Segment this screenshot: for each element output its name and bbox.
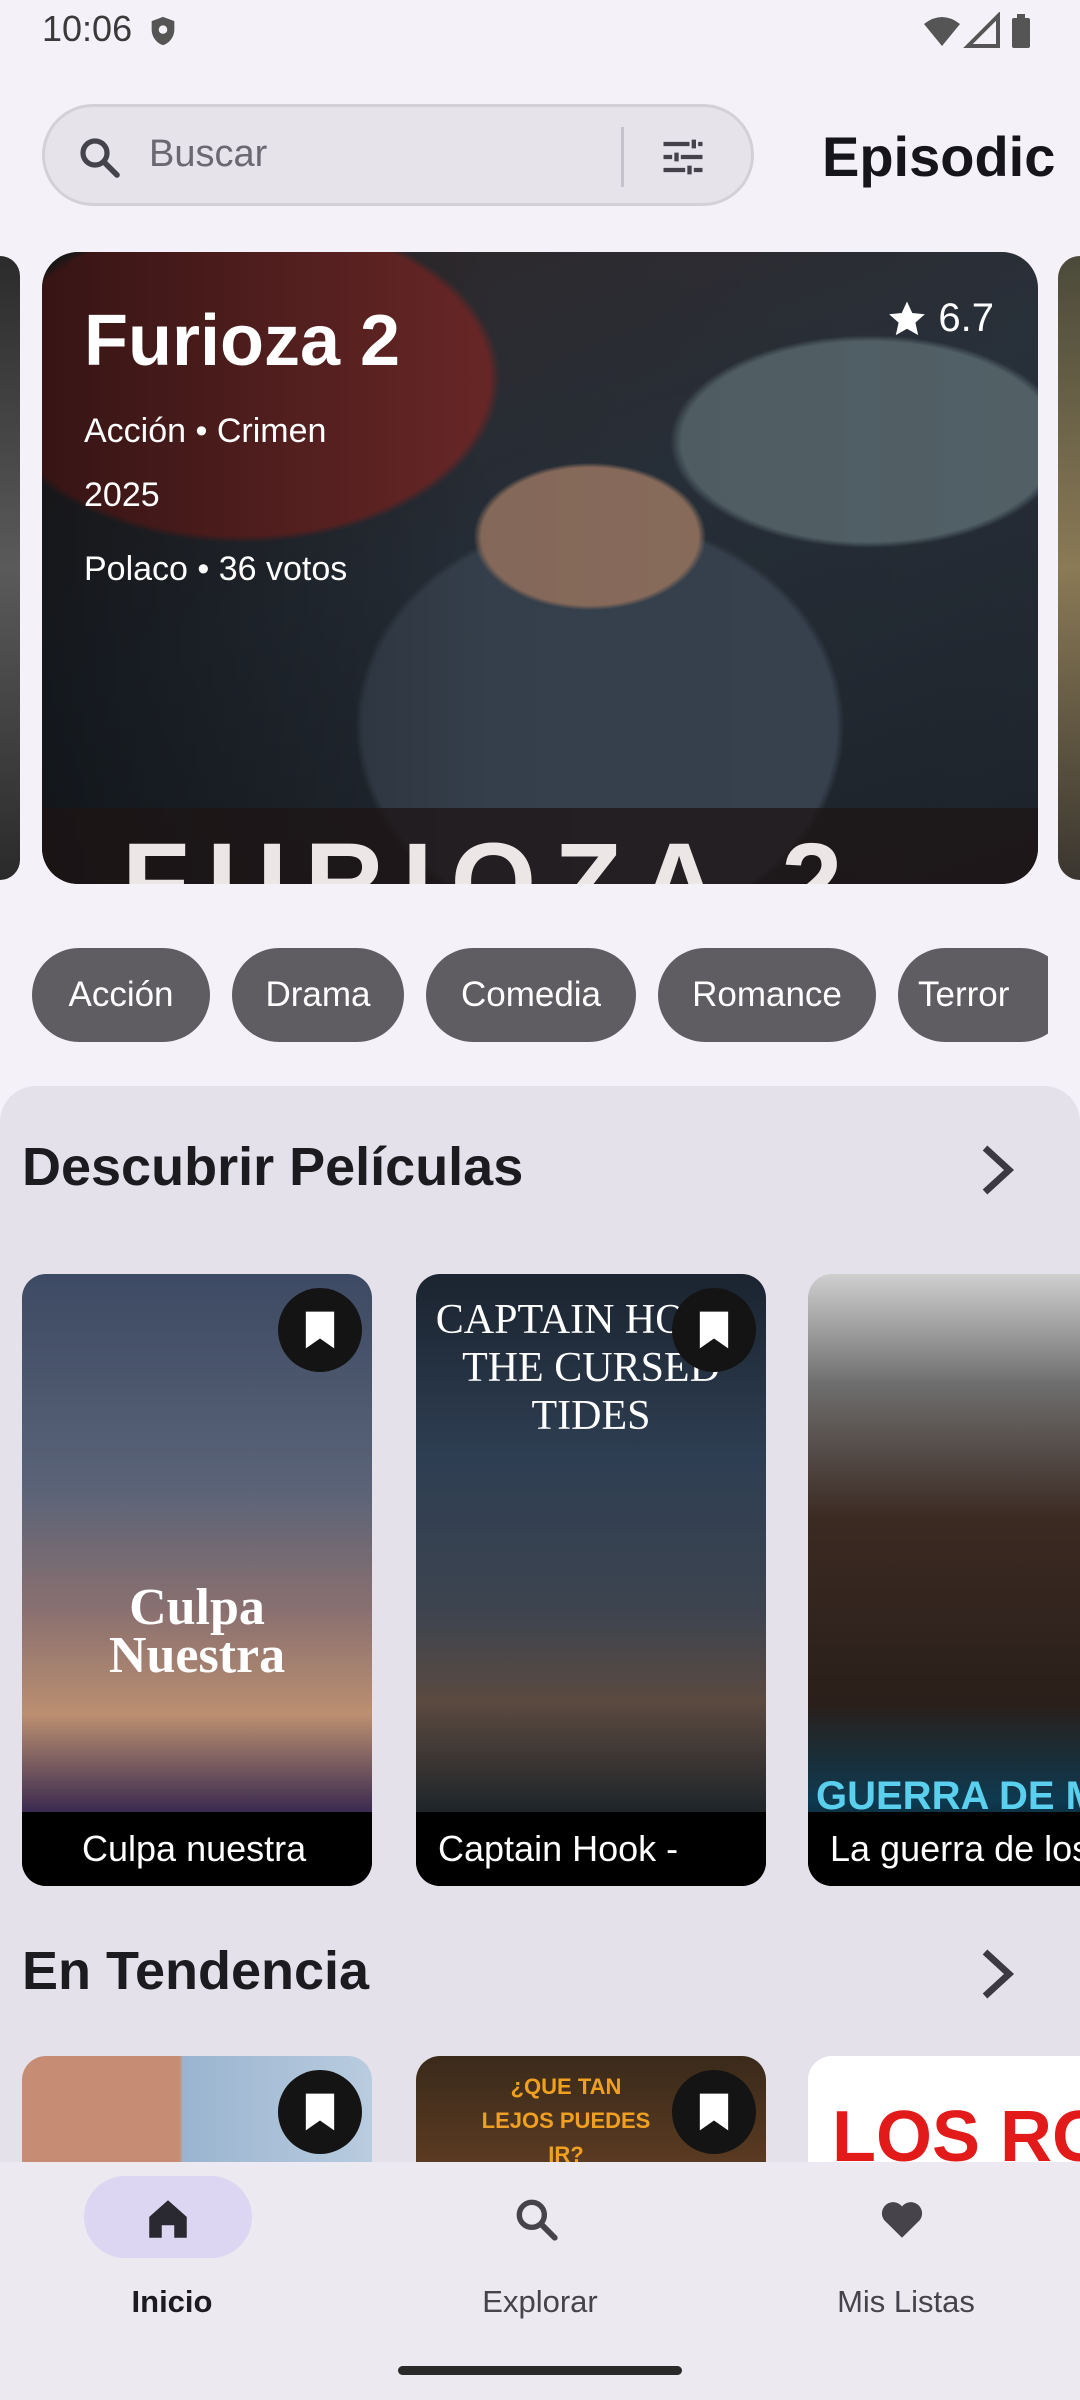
- genre-chips: Acción Drama Comedia Romance Terror: [32, 948, 1048, 1044]
- movie-card[interactable]: CAPTAIN HOOK THE CURSED TIDES Captain Ho…: [416, 1274, 766, 1886]
- search-icon: [516, 2199, 558, 2241]
- poster-title-art: Culpa Nuestra: [108, 1579, 286, 1684]
- chevron-right-icon[interactable]: [972, 1944, 1022, 2004]
- filter-tune-icon[interactable]: [657, 131, 709, 183]
- hero-rating: 6.7: [886, 296, 994, 341]
- system-icons: [924, 12, 1030, 48]
- nav-item-explorar[interactable]: Explorar: [390, 2162, 690, 2400]
- featured-movie-card[interactable]: FURIOZA 2 Furioza 2 Acción • Crimen 2025…: [42, 252, 1038, 884]
- bookmark-icon: [305, 2093, 335, 2131]
- movie-card-title: Captain Hook -: [416, 1812, 766, 1886]
- hero-genres: Acción • Crimen: [84, 412, 327, 450]
- movie-card[interactable]: Culpa Nuestra Culpa nuestra: [22, 1274, 372, 1886]
- nav-label: Inicio: [131, 2284, 213, 2319]
- hero-poster-title-art: FURIOZA 2: [42, 808, 1038, 884]
- hero-year: 2025: [84, 476, 160, 514]
- chip-drama[interactable]: Drama: [232, 948, 404, 1042]
- hero-title: Furioza 2: [84, 301, 401, 381]
- bottom-navigation: Inicio Explorar Mis Listas: [0, 2162, 1080, 2400]
- chip-comedia[interactable]: Comedia: [426, 948, 636, 1042]
- carousel-next-peek[interactable]: [1058, 256, 1080, 880]
- app-brand-title: Episodic: [822, 125, 1056, 188]
- search-divider: [621, 127, 624, 187]
- movie-card[interactable]: LOS ROSE: [808, 2056, 1080, 2162]
- home-icon: [149, 2200, 187, 2238]
- wifi-icon: [924, 17, 960, 46]
- star-icon: [889, 301, 926, 335]
- hero-rating-value: 6.7: [938, 296, 994, 340]
- nav-label: Mis Listas: [837, 2284, 975, 2319]
- bookmark-icon: [699, 1311, 729, 1349]
- chip-romance[interactable]: Romance: [658, 948, 876, 1042]
- bookmark-icon: [699, 2093, 729, 2131]
- movie-card[interactable]: ¿QUE TAN LEJOS PUEDES IR?: [416, 2056, 766, 2162]
- nav-item-mis-listas[interactable]: Mis Listas: [756, 2162, 1056, 2400]
- chip-accion[interactable]: Acción: [32, 948, 210, 1042]
- heart-icon: [881, 2202, 923, 2238]
- search-icon: [80, 138, 120, 178]
- movie-card[interactable]: GUERRA DE MUNDOS La guerra de los: [808, 1274, 1080, 1886]
- bookmark-button[interactable]: [672, 2070, 756, 2154]
- carousel-prev-peek[interactable]: [0, 256, 20, 880]
- bookmark-button[interactable]: [672, 1288, 756, 1372]
- search-bar[interactable]: Buscar: [42, 104, 754, 206]
- poster-title-art: LOS ROSE: [832, 2097, 1080, 2162]
- status-time: 10:06: [42, 8, 133, 49]
- section-title-discover: Descubrir Películas: [22, 1137, 524, 1197]
- nav-label: Explorar: [482, 2284, 598, 2319]
- chevron-right-icon[interactable]: [972, 1140, 1022, 1200]
- status-bar: 10:06: [0, 0, 1080, 62]
- bookmark-button[interactable]: [278, 1288, 362, 1372]
- search-input[interactable]: Buscar: [149, 133, 267, 176]
- signal-icon: [963, 12, 1000, 48]
- shield-icon: [151, 16, 175, 46]
- movie-card-title: La guerra de los: [808, 1812, 1080, 1886]
- chip-terror[interactable]: Terror: [898, 948, 1048, 1042]
- nav-item-inicio[interactable]: Inicio: [22, 2162, 322, 2400]
- movie-card[interactable]: [22, 2056, 372, 2162]
- movie-card-title: Culpa nuestra: [22, 1812, 372, 1886]
- gesture-home-bar[interactable]: [398, 2366, 682, 2375]
- bookmark-icon: [305, 1311, 335, 1349]
- bookmark-button[interactable]: [278, 2070, 362, 2154]
- hero-language-votes: Polaco • 36 votos: [84, 550, 348, 588]
- poster-title-art: ¿QUE TAN LEJOS PUEDES IR?: [481, 2074, 651, 2162]
- section-title-trending: En Tendencia: [22, 1941, 370, 2001]
- battery-icon: [1012, 18, 1030, 48]
